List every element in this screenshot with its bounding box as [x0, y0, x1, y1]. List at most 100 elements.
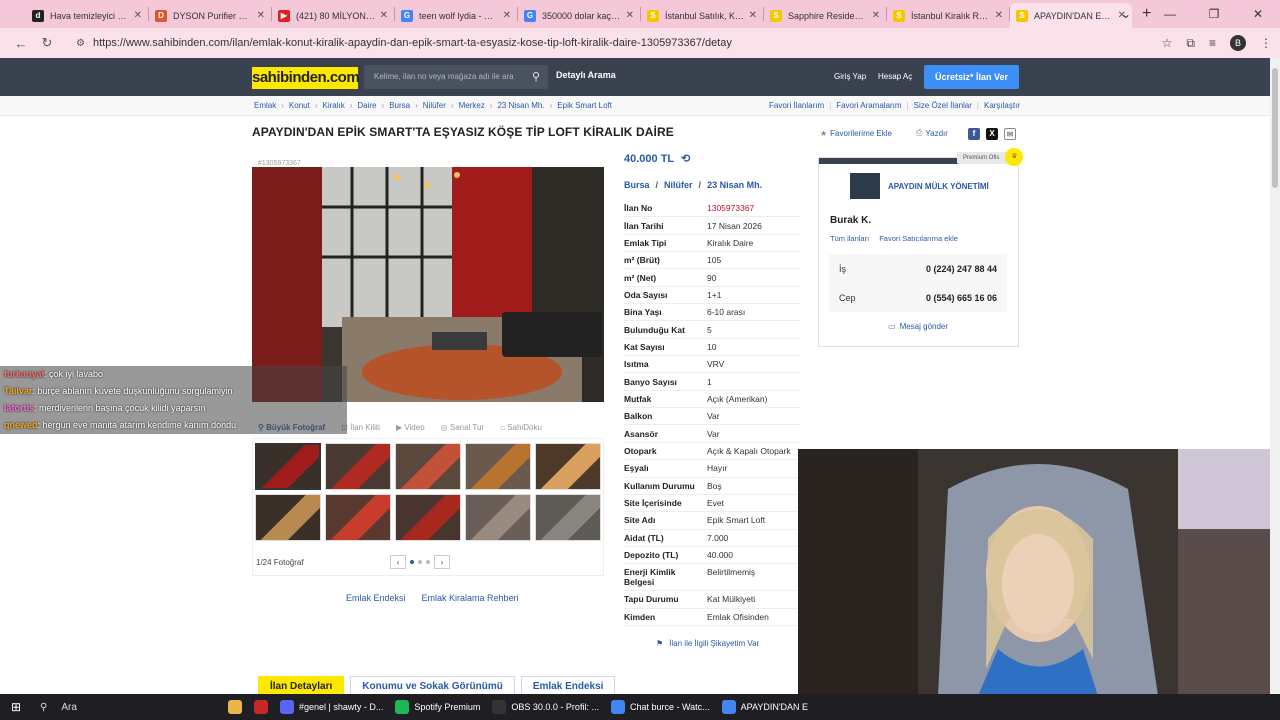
tab-close-icon[interactable]: ✕ — [380, 10, 388, 21]
listing-actions: ★ Favorilerime Ekle ⎙ Yazdır — [820, 128, 948, 138]
browser-tab[interactable]: S Sapphire Residence F ✕ — [764, 3, 886, 28]
breadcrumb-item[interactable]: Nilüfer — [423, 101, 446, 110]
menu-icon[interactable]: ⋮ — [1260, 36, 1272, 50]
print-link[interactable]: Yazdır — [925, 129, 948, 138]
post-ad-button[interactable]: Ücretsiz* İlan Ver — [924, 65, 1019, 89]
email-icon[interactable]: ✉ — [1004, 128, 1016, 140]
taskbar-app[interactable]: Chat burce - Watc... — [605, 694, 716, 720]
location-city[interactable]: Bursa — [624, 180, 650, 190]
file-explorer-icon[interactable] — [222, 694, 248, 720]
taskbar-search[interactable]: ⚲ Ara — [32, 702, 222, 713]
facebook-icon[interactable]: f — [968, 128, 980, 140]
reading-list-icon[interactable]: ≡ — [1209, 36, 1216, 50]
phone-number[interactable]: 0 (554) 665 16 06 — [926, 293, 997, 303]
location-neighborhood[interactable]: 23 Nisan Mh. — [707, 180, 762, 190]
reload-button[interactable]: ↻ — [34, 35, 60, 51]
breadcrumb-item[interactable]: Bursa — [389, 101, 410, 110]
complain-link[interactable]: ⚑ İlan ile İlgili Şikayetim Var — [656, 639, 759, 648]
price-history-icon[interactable]: ⟲ — [681, 153, 690, 165]
browser-tab[interactable]: ▶ (421) 80 MİLYON TL'Y ✕ — [272, 3, 394, 28]
maximize-button[interactable]: ❐ — [1192, 0, 1236, 28]
register-link[interactable]: Hesap Aç — [878, 72, 912, 81]
store-info[interactable]: APAYDIN MÜLK YÖNETİMİ — [850, 173, 989, 199]
page-dot[interactable] — [426, 560, 430, 564]
tab-close-icon[interactable]: ✕ — [995, 10, 1003, 21]
acrobat-icon[interactable] — [248, 694, 274, 720]
breadcrumb-item[interactable]: 23 Nisan Mh. — [497, 101, 544, 110]
photo-thumbnail[interactable] — [255, 494, 321, 541]
x-icon[interactable]: X — [986, 128, 998, 140]
photo-thumbnail[interactable] — [535, 494, 601, 541]
photo-thumbnail[interactable] — [465, 494, 531, 541]
chevron-down-icon[interactable]: ⌄ — [1104, 0, 1148, 28]
quick-link[interactable]: Karşılaştır — [984, 101, 1020, 110]
page-dot[interactable] — [418, 560, 422, 564]
photo-control[interactable]: ⊡ İlan Kiliti — [341, 423, 380, 432]
tab-close-icon[interactable]: ✕ — [626, 10, 634, 21]
photo-thumbnail[interactable] — [465, 443, 531, 490]
photo-thumbnail[interactable] — [395, 443, 461, 490]
close-window-button[interactable]: ✕ — [1236, 0, 1280, 28]
breadcrumb-item[interactable]: Emlak — [254, 101, 276, 110]
photo-control[interactable]: ⌂ SahiDoku — [500, 423, 542, 432]
rental-guide-link[interactable]: Emlak Kiralama Rehberi — [422, 593, 519, 603]
browser-tab[interactable]: d Hava temizleyici & F ✕ — [26, 3, 148, 28]
prev-page-button[interactable]: ‹ — [390, 555, 406, 569]
minimize-button[interactable]: — — [1148, 0, 1192, 28]
url-input[interactable]: ⚙ https://www.sahibinden.com/ilan/emlak-… — [66, 32, 1152, 54]
location-district[interactable]: Nilüfer — [664, 180, 693, 190]
send-message-link[interactable]: ▭ Mesaj gönder — [888, 322, 948, 331]
taskbar-app[interactable]: #genel | shawty - D... — [274, 694, 389, 720]
photo-control[interactable]: ◎ Sanal Tur — [441, 423, 484, 432]
bookmark-star-icon[interactable]: ☆ — [1162, 36, 1173, 50]
browser-tab[interactable]: D DYSON Purifier Hot+ ✕ — [149, 3, 271, 28]
detailed-search-link[interactable]: Detaylı Arama — [556, 70, 616, 80]
store-name[interactable]: APAYDIN MÜLK YÖNETİMİ — [888, 182, 989, 191]
page-dot[interactable] — [410, 560, 414, 564]
tab-close-icon[interactable]: ✕ — [257, 10, 265, 21]
tab-close-icon[interactable]: ✕ — [749, 10, 757, 21]
scrollbar-thumb[interactable] — [1272, 68, 1278, 188]
tab-close-icon[interactable]: ✕ — [503, 10, 511, 21]
taskbar-app[interactable]: OBS 30.0.0 - Profil: ... — [486, 694, 605, 720]
search-icon[interactable]: ⚲ — [532, 65, 540, 89]
breadcrumb-item[interactable]: Daire — [357, 101, 376, 110]
browser-tab[interactable]: S İstanbul Kiralık Rezid ✕ — [887, 3, 1009, 28]
site-logo[interactable]: sahibinden.com — [252, 67, 360, 89]
browser-tab[interactable]: G 350000 dolar kaç tl - ✕ — [518, 3, 640, 28]
emlak-endeksi-link[interactable]: Emlak Endeksi — [346, 593, 406, 603]
all-ads-link[interactable]: Tüm ilanları — [830, 234, 869, 243]
browser-tab[interactable]: Gteen wolf lydia - Goo ✕ — [395, 3, 517, 28]
store-logo[interactable] — [850, 173, 880, 199]
photo-thumbnail[interactable] — [325, 443, 391, 490]
browser-tab[interactable]: S İstanbul Satılık, Kiral ✕ — [641, 3, 763, 28]
photo-thumbnail[interactable] — [255, 443, 321, 490]
next-page-button[interactable]: › — [434, 555, 450, 569]
breadcrumb-item[interactable]: Epik Smart Loft — [557, 101, 612, 110]
profile-avatar[interactable]: B — [1230, 35, 1246, 51]
taskbar-app[interactable]: Spotify Premium — [389, 694, 486, 720]
add-favorite-seller-link[interactable]: Favori Satıcılarıma ekle — [879, 234, 958, 243]
add-favorite-link[interactable]: Favorilerime Ekle — [830, 129, 892, 138]
breadcrumb-item[interactable]: Merkez — [459, 101, 485, 110]
back-button[interactable]: ← — [8, 36, 34, 51]
breadcrumb-item[interactable]: Konut — [289, 101, 310, 110]
search-input[interactable]: Kelime, ilan no veya mağaza adı ile ara … — [364, 65, 548, 89]
photo-control[interactable]: ▶ Video — [396, 423, 425, 432]
breadcrumb-item[interactable]: Kiralık — [322, 101, 344, 110]
windows-start-icon[interactable]: ⊞ — [0, 700, 32, 714]
page-scrollbar[interactable] — [1270, 58, 1280, 694]
photo-thumbnail[interactable] — [325, 494, 391, 541]
login-link[interactable]: Giriş Yap — [834, 72, 866, 81]
tab-close-icon[interactable]: ✕ — [134, 10, 142, 21]
photo-thumbnail[interactable] — [395, 494, 461, 541]
photo-thumbnail[interactable] — [535, 443, 601, 490]
tab-close-icon[interactable]: ✕ — [872, 10, 880, 21]
site-info-icon[interactable]: ⚙ — [76, 38, 85, 49]
taskbar-app[interactable]: APAYDIN'DAN E — [716, 694, 814, 720]
phone-number[interactable]: 0 (224) 247 88 44 — [926, 264, 997, 274]
quick-link[interactable]: Favori İlanlarım — [769, 101, 824, 110]
quick-link[interactable]: Favori Aramalarım — [836, 101, 901, 110]
quick-link[interactable]: Size Özel İlanlar — [914, 101, 972, 110]
extensions-icon[interactable]: ⧉ — [1186, 36, 1195, 51]
